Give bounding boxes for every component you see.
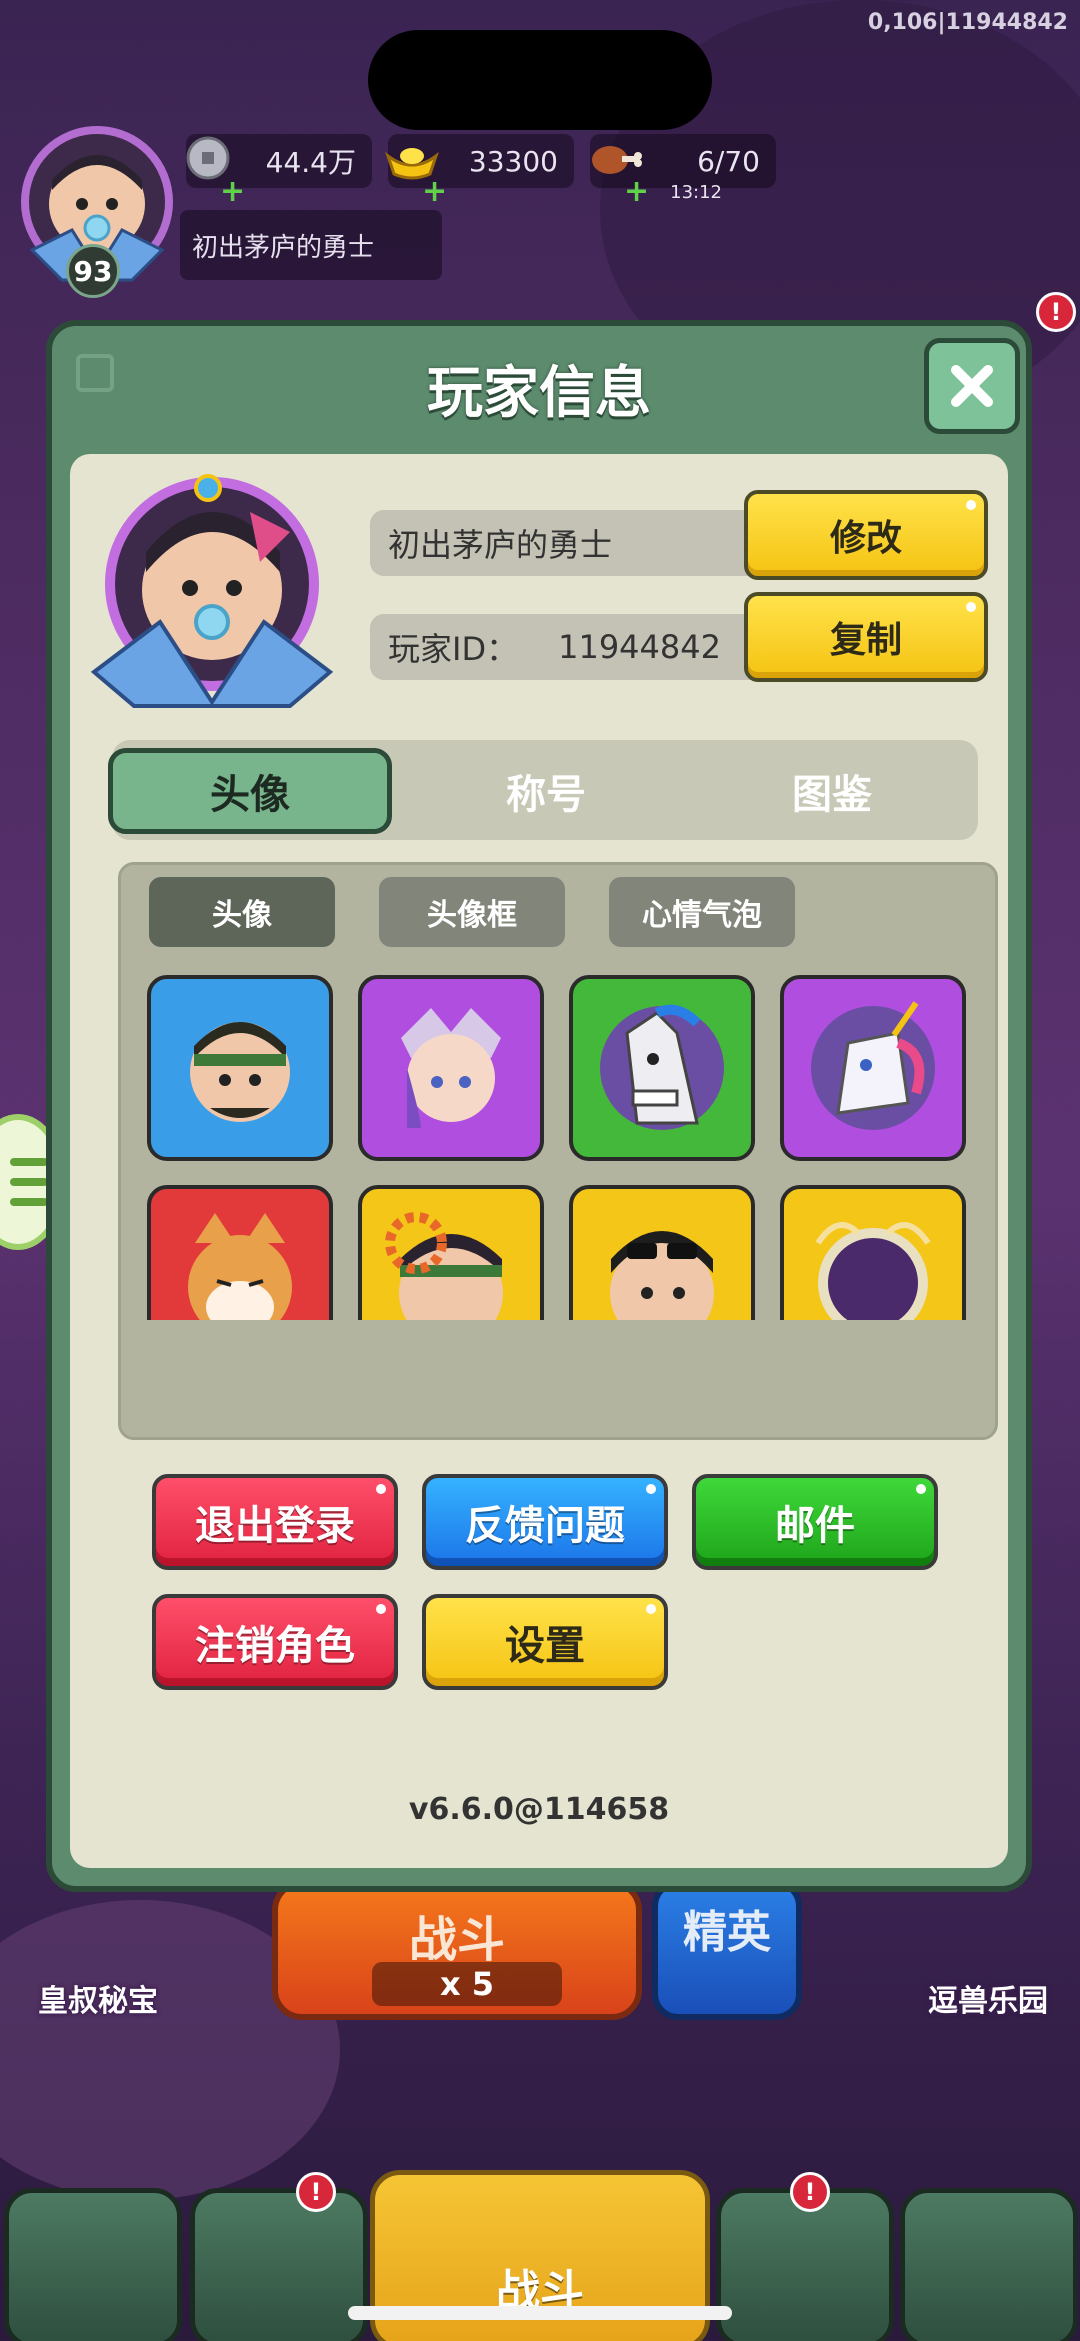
- delete-character-label: 注销角色: [195, 1623, 355, 1669]
- elite-button[interactable]: 精英: [652, 1880, 802, 2020]
- stamina-resource[interactable]: + 6/70 13:12: [590, 134, 776, 209]
- headband-avatar-icon[interactable]: [358, 1185, 544, 1320]
- tab-title[interactable]: 称号: [404, 748, 688, 834]
- coin-value: 44.4万: [265, 146, 356, 179]
- plus-icon[interactable]: +: [422, 174, 447, 209]
- tab-title-label: 称号: [506, 772, 586, 818]
- server-id-text: 0,106|11944842: [867, 10, 1068, 35]
- logout-button[interactable]: 退出登录: [152, 1474, 398, 1570]
- sunglasses-avatar-icon[interactable]: [569, 1185, 755, 1320]
- feedback-label: 反馈问题: [465, 1503, 625, 1549]
- modal-body: 初出茅庐的勇士 修改 玩家ID： 11944842 复制 头像 称号 图鉴 头像…: [70, 454, 1008, 1868]
- gold-resource[interactable]: + 33300: [385, 134, 574, 209]
- mail-button[interactable]: 邮件: [692, 1474, 938, 1570]
- plus-icon[interactable]: +: [624, 174, 649, 209]
- plus-icon[interactable]: +: [220, 174, 245, 209]
- player-level-badge: 93: [66, 244, 120, 298]
- tab-avatar[interactable]: 头像: [108, 748, 392, 834]
- avatar-grid: [121, 865, 995, 1320]
- player-id-value: 11944842: [558, 628, 721, 666]
- shiba-avatar-icon[interactable]: [147, 1185, 333, 1320]
- version-text: v6.6.0@114658: [408, 1792, 670, 1827]
- settings-label: 设置: [505, 1623, 585, 1669]
- player-name-value: 初出茅庐的勇士: [388, 526, 613, 564]
- logout-label: 退出登录: [195, 1503, 355, 1549]
- edit-name-label: 修改: [829, 518, 902, 559]
- battle-label: 战斗: [408, 1912, 505, 1968]
- settings-button[interactable]: 设置: [422, 1594, 668, 1690]
- warrior-avatar-icon[interactable]: [147, 975, 333, 1161]
- golden-frame-avatar-icon[interactable]: [780, 1185, 966, 1320]
- copy-id-button[interactable]: 复制: [744, 592, 988, 682]
- player-info-modal: 玩家信息 初出茅庐的勇士 修改 玩家ID： 11944842 复制 头像 称号 …: [46, 320, 1032, 1892]
- player-id-field: 玩家ID： 11944842: [370, 614, 806, 680]
- player-name-field: 初出茅庐的勇士: [370, 510, 806, 576]
- battle-button[interactable]: 战斗 x 5: [272, 1880, 642, 2020]
- horse-avatar-icon[interactable]: [569, 975, 755, 1161]
- tab-avatar-label: 头像: [210, 772, 290, 818]
- tab-collection[interactable]: 图鉴: [690, 748, 974, 834]
- camera-notch: [368, 30, 712, 130]
- tab-collection-label: 图鉴: [792, 772, 872, 818]
- modal-title: 玩家信息: [427, 361, 651, 426]
- profile-avatar-icon[interactable]: [90, 472, 340, 722]
- stamina-value: 6/70: [697, 144, 760, 178]
- nav-home-button[interactable]: [4, 2188, 182, 2341]
- stamina-timer: 13:12: [670, 182, 722, 203]
- close-button[interactable]: [924, 338, 1020, 434]
- player-id-label: 玩家ID：: [388, 630, 519, 668]
- copy-id-label: 复制: [829, 620, 902, 661]
- alert-badge: !: [790, 2172, 830, 2212]
- battle-count: x 5: [372, 1962, 562, 2006]
- elite-label: 精英: [683, 1907, 771, 1958]
- uncle-treasure-label[interactable]: 皇叔秘宝: [38, 1976, 158, 2020]
- nav-upgrade-button[interactable]: [900, 2188, 1078, 2341]
- feedback-button[interactable]: 反馈问题: [422, 1474, 668, 1570]
- home-indicator[interactable]: [348, 2306, 732, 2320]
- gold-value: 33300: [468, 144, 558, 178]
- coin-resource[interactable]: + 44.4万: [186, 134, 372, 209]
- nav-equipment-button[interactable]: [190, 2188, 368, 2341]
- beast-park-label[interactable]: 逗兽乐园: [928, 1976, 1048, 2020]
- player-name-label: 初出茅庐的勇士: [180, 210, 442, 280]
- delete-character-button[interactable]: 注销角色: [152, 1594, 398, 1690]
- alert-badge[interactable]: !: [1036, 292, 1076, 332]
- fox-lady-avatar-icon[interactable]: [358, 975, 544, 1161]
- unicorn-avatar-icon[interactable]: [780, 975, 966, 1161]
- edit-name-button[interactable]: 修改: [744, 490, 988, 580]
- alert-badge: !: [296, 2172, 336, 2212]
- close-icon: [951, 365, 993, 407]
- avatar-grid-panel: 头像 头像框 心情气泡: [118, 862, 998, 1440]
- category-tabs: 头像 称号 图鉴: [108, 740, 978, 840]
- mail-label: 邮件: [775, 1503, 855, 1549]
